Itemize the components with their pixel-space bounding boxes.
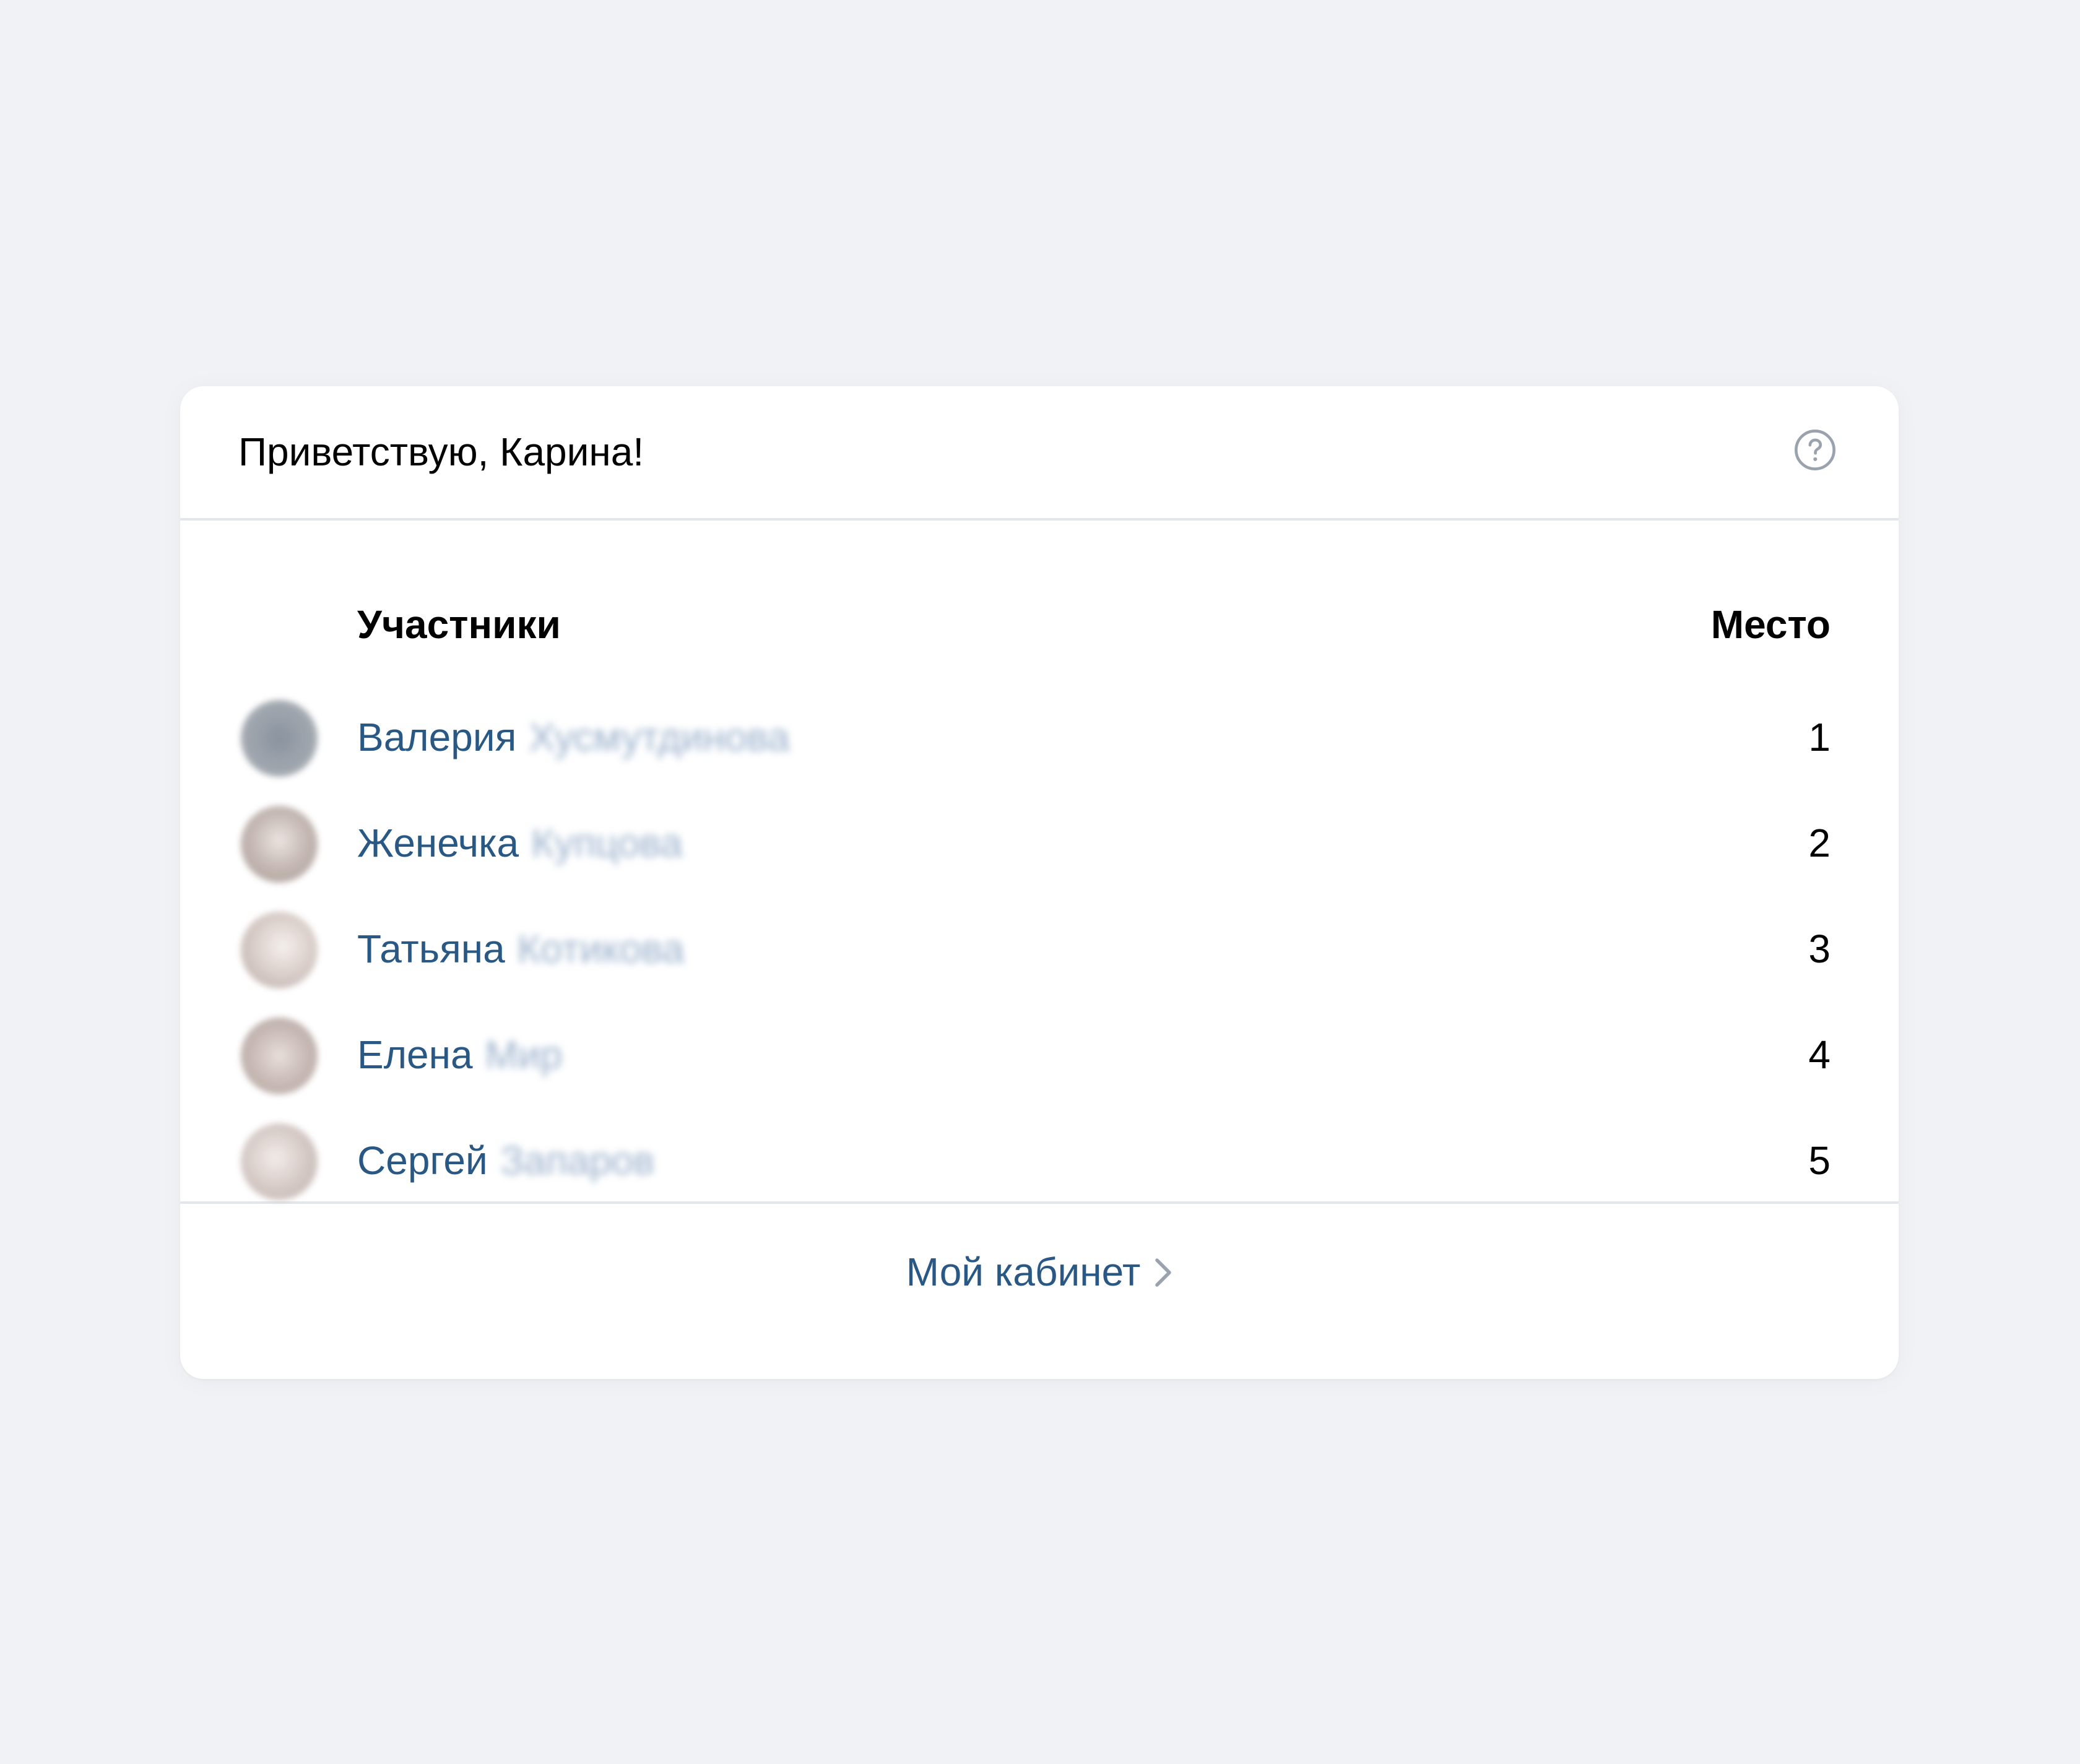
question-circle-icon[interactable] <box>1793 428 1837 472</box>
table-row[interactable]: Женечка Купцова 2 <box>180 803 1899 884</box>
avatar[interactable] <box>241 1123 318 1200</box>
first-name: Валерия <box>357 715 517 759</box>
greeting-title: Приветствую, Карина! <box>238 430 644 474</box>
page: Приветствую, Карина! Участники Место Вал… <box>0 0 2080 1764</box>
leaderboard-card: Приветствую, Карина! Участники Место Вал… <box>180 386 1899 1379</box>
participant-name-link[interactable]: Валерия Хусмутдинова <box>357 711 790 763</box>
chevron-right-icon <box>1155 1258 1172 1287</box>
avatar[interactable] <box>241 1018 318 1094</box>
first-name: Елена <box>357 1032 473 1077</box>
avatar[interactable] <box>241 806 318 883</box>
avatar[interactable] <box>241 700 318 777</box>
last-name: Купцова <box>531 821 683 865</box>
avatar[interactable] <box>241 912 318 988</box>
participants-table: Участники Место Валерия Хусмутдинова 1 Же… <box>180 521 1899 1204</box>
column-header-place: Место <box>1710 602 1831 647</box>
place-value: 5 <box>1808 1138 1831 1183</box>
card-footer: Мой кабинет <box>180 1204 1899 1328</box>
first-name: Татьяна <box>357 927 505 971</box>
place-value: 3 <box>1808 927 1831 971</box>
participant-name-link[interactable]: Сергей Запаров <box>357 1135 654 1187</box>
my-cabinet-link[interactable]: Мой кабинет <box>906 1246 1173 1298</box>
column-header-participants: Участники <box>357 602 561 647</box>
place-value: 2 <box>1808 821 1831 865</box>
participant-name-link[interactable]: Татьяна Котикова <box>357 923 684 975</box>
table-row[interactable]: Татьяна Котикова 3 <box>180 909 1899 990</box>
table-row[interactable]: Валерия Хусмутдинова 1 <box>180 698 1899 778</box>
place-value: 1 <box>1808 715 1831 759</box>
participant-name-link[interactable]: Елена Мир <box>357 1029 562 1081</box>
place-value: 4 <box>1808 1032 1831 1077</box>
first-name: Сергей <box>357 1138 488 1183</box>
first-name: Женечка <box>357 821 519 865</box>
table-row[interactable]: Елена Мир 4 <box>180 1015 1899 1096</box>
table-row[interactable]: Сергей Запаров 5 <box>180 1121 1899 1201</box>
participant-name-link[interactable]: Женечка Купцова <box>357 817 682 869</box>
last-name: Запаров <box>500 1138 655 1183</box>
my-cabinet-label: Мой кабинет <box>906 1250 1141 1294</box>
card-header: Приветствую, Карина! <box>180 386 1899 521</box>
last-name: Хусмутдинова <box>529 715 790 759</box>
last-name: Мир <box>485 1032 563 1077</box>
last-name: Котикова <box>517 927 685 971</box>
